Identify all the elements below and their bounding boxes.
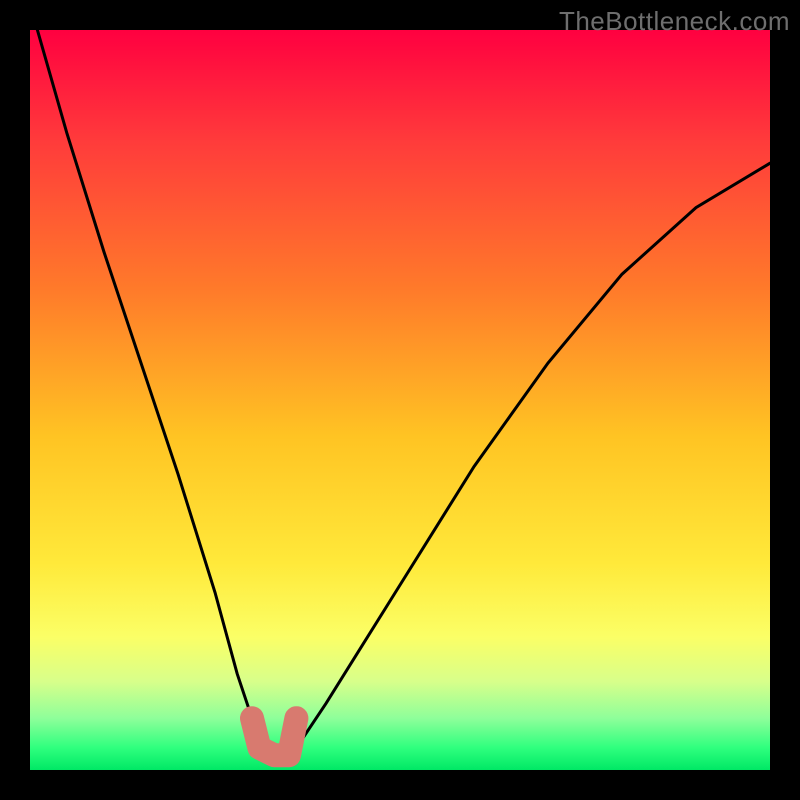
chart-container: TheBottleneck.com	[0, 0, 800, 800]
bottleneck-chart	[30, 30, 770, 770]
watermark-label: TheBottleneck.com	[559, 6, 790, 37]
gradient-background	[30, 30, 770, 770]
